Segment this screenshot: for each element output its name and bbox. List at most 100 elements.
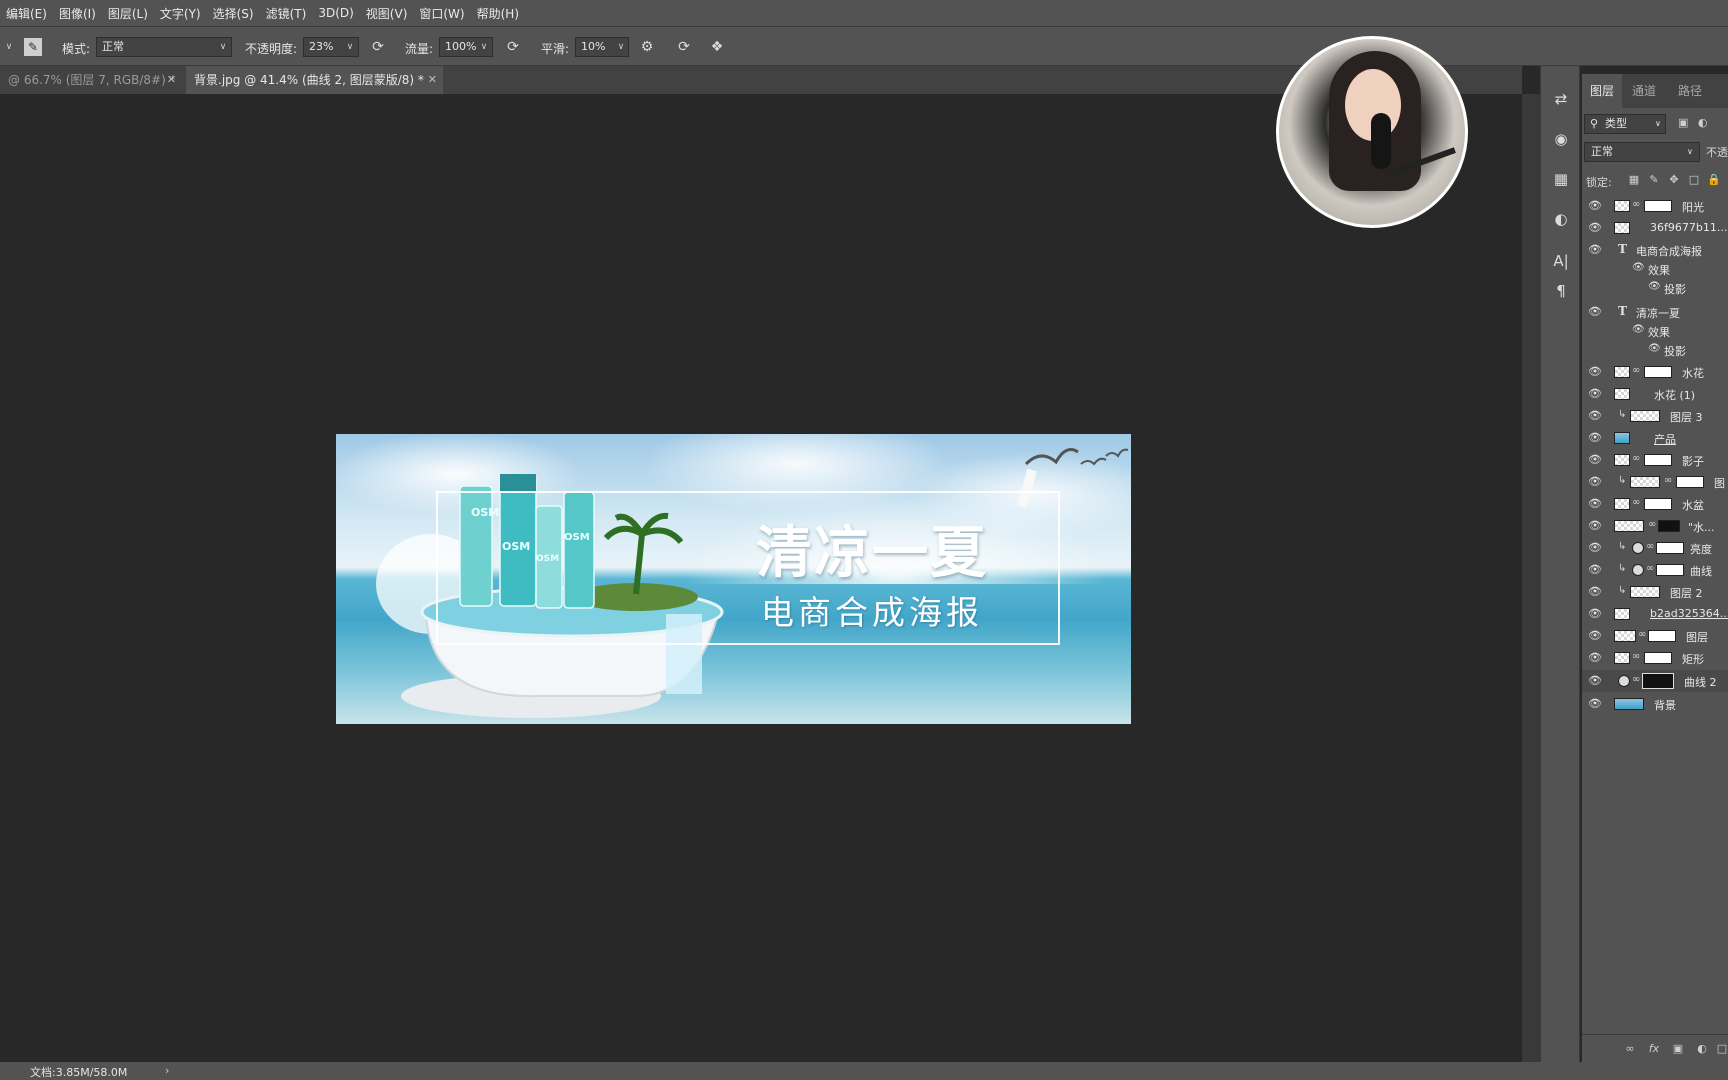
visibility-eye-icon[interactable]: 👁 (1588, 365, 1602, 379)
menu-layer[interactable]: 图层(L) (102, 5, 154, 22)
character-icon[interactable]: A| (1550, 250, 1572, 272)
blend-mode-select[interactable]: 正常 ∨ (1584, 142, 1700, 162)
visibility-eye-icon[interactable]: 👁 (1632, 262, 1645, 274)
layer-row[interactable]: 👁 b2ad325364... (1582, 604, 1728, 624)
visibility-eye-icon[interactable]: 👁 (1588, 497, 1602, 511)
symmetry-butterfly-icon[interactable]: ❖ (707, 37, 727, 57)
tool-preset-chevron-icon[interactable]: ∨ (2, 37, 16, 57)
menu-type[interactable]: 文字(Y) (154, 5, 207, 22)
document-tab-2[interactable]: 背景.jpg @ 41.4% (曲线 2, 图层蒙版/8) * ✕ (186, 66, 443, 94)
effect-row[interactable]: 👁 投影 (1582, 340, 1728, 360)
mask-link-icon[interactable]: ∞ (1638, 629, 1646, 640)
visibility-eye-icon[interactable]: 👁 (1588, 199, 1602, 213)
layer-row[interactable]: 👁 ↳ 图层 3 (1582, 406, 1728, 426)
mask-link-icon[interactable]: ∞ (1632, 365, 1640, 376)
visibility-eye-icon[interactable]: 👁 (1588, 697, 1602, 711)
menu-3d[interactable]: 3D(D) (312, 6, 359, 20)
visibility-eye-icon[interactable]: 👁 (1632, 324, 1645, 336)
pressure-opacity-icon[interactable]: ⟳ (368, 37, 388, 57)
visibility-eye-icon[interactable]: 👁 (1588, 563, 1602, 577)
visibility-eye-icon[interactable]: 👁 (1588, 651, 1602, 665)
tab-layers[interactable]: 图层 (1582, 74, 1623, 108)
pressure-size-icon[interactable]: ⟳ (674, 37, 694, 57)
mask-link-icon[interactable]: ∞ (1632, 651, 1640, 662)
layer-mask-thumbnail[interactable] (1642, 673, 1674, 689)
swatches-grid-icon[interactable]: ▦ (1550, 168, 1572, 190)
mask-link-icon[interactable]: ∞ (1646, 563, 1654, 574)
document-tab-1[interactable]: @ 66.7% (图层 7, RGB/8#) * ✕ (0, 66, 182, 94)
visibility-eye-icon[interactable]: 👁 (1588, 475, 1602, 489)
layer-mask-thumbnail[interactable] (1676, 476, 1704, 488)
visibility-eye-icon[interactable]: 👁 (1588, 585, 1602, 599)
layer-mask-thumbnail[interactable] (1656, 564, 1684, 576)
visibility-eye-icon[interactable]: 👁 (1588, 409, 1602, 423)
menu-window[interactable]: 窗口(W) (413, 5, 470, 22)
mode-chevron-icon[interactable]: ∨ (216, 37, 230, 57)
tab-paths[interactable]: 路径 (1678, 74, 1702, 108)
layer-row[interactable]: 👁 ↳ ∞ 图 (1582, 472, 1728, 492)
menu-view[interactable]: 视图(V) (360, 5, 414, 22)
visibility-eye-icon[interactable]: 👁 (1588, 387, 1602, 401)
menu-image[interactable]: 图像(I) (53, 5, 102, 22)
menu-select[interactable]: 选择(S) (207, 5, 260, 22)
visibility-eye-icon[interactable]: 👁 (1588, 305, 1602, 319)
mask-link-icon[interactable]: ∞ (1648, 519, 1656, 530)
visibility-eye-icon[interactable]: 👁 (1648, 343, 1661, 355)
layer-mask-thumbnail[interactable] (1658, 520, 1680, 532)
poster-canvas[interactable]: OSM OSM OSM OSM 清凉一夏 电商合成海报 (336, 434, 1131, 724)
visibility-eye-icon[interactable]: 👁 (1588, 243, 1602, 257)
mask-link-icon[interactable]: ∞ (1664, 475, 1672, 486)
effects-row[interactable]: 👁 效果 (1582, 321, 1728, 341)
link-layers-icon[interactable]: ∞ (1622, 1041, 1638, 1057)
layer-mask-thumbnail[interactable] (1644, 200, 1672, 212)
close-tab-1-icon[interactable]: ✕ (167, 66, 176, 94)
mask-link-icon[interactable]: ∞ (1646, 541, 1654, 552)
status-expand-arrow-icon[interactable]: › (165, 1064, 169, 1077)
layer-row[interactable]: 👁 ∞ 水花 (1582, 362, 1728, 382)
layer-row[interactable]: 👁 水花 (1) (1582, 384, 1728, 404)
visibility-eye-icon[interactable]: 👁 (1588, 431, 1602, 445)
smoothing-settings-gear-icon[interactable]: ⚙ (637, 37, 657, 57)
lock-position-move-icon[interactable]: ✥ (1666, 172, 1682, 188)
layer-row[interactable]: 👁 背景 (1582, 694, 1728, 714)
new-adjustment-icon[interactable]: ◐ (1694, 1041, 1710, 1057)
layer-mask-thumbnail[interactable] (1644, 454, 1672, 466)
airbrush-icon[interactable]: ⟳ (503, 37, 523, 57)
add-mask-icon[interactable]: ▣ (1670, 1041, 1686, 1057)
layer-row[interactable]: 👁 ↳ 图层 2 (1582, 582, 1728, 602)
fx-icon[interactable]: fx (1646, 1041, 1662, 1057)
visibility-eye-icon[interactable]: 👁 (1648, 281, 1661, 293)
document-size-info[interactable]: 文档:3.85M/58.0M (30, 1064, 127, 1080)
mask-link-icon[interactable]: ∞ (1632, 674, 1640, 685)
flow-chevron-icon[interactable]: ∨ (477, 37, 491, 57)
layer-row[interactable]: 👁 T 清凉一夏 (1582, 302, 1728, 322)
layer-row[interactable]: 👁 产品 (1582, 428, 1728, 448)
color-palette-icon[interactable]: ◉ (1550, 128, 1572, 150)
close-tab-2-icon[interactable]: ✕ (428, 66, 437, 94)
opacity-chevron-icon[interactable]: ∨ (343, 37, 357, 57)
visibility-eye-icon[interactable]: 👁 (1588, 221, 1602, 235)
layer-filter-select[interactable]: ⚲ 类型 ∨ (1584, 114, 1666, 134)
filter-adjustment-icon[interactable]: ◐ (1698, 116, 1712, 130)
layer-mask-thumbnail[interactable] (1648, 630, 1676, 642)
menu-filter[interactable]: 滤镜(T) (260, 5, 313, 22)
new-group-icon[interactable]: □ (1714, 1041, 1728, 1057)
lock-transparency-icon[interactable]: ▦ (1626, 172, 1642, 188)
mask-link-icon[interactable]: ∞ (1632, 453, 1640, 464)
layer-mask-thumbnail[interactable] (1656, 542, 1684, 554)
visibility-eye-icon[interactable]: 👁 (1588, 607, 1602, 621)
layer-row[interactable]: 👁 ↳ ∞ 曲线 (1582, 560, 1728, 580)
tab-channels[interactable]: 通道 (1632, 74, 1656, 108)
layer-row[interactable]: 👁 T 电商合成海报 (1582, 240, 1728, 260)
lock-artboard-icon[interactable]: □ (1686, 172, 1702, 188)
mask-link-icon[interactable]: ∞ (1632, 199, 1640, 210)
layer-row[interactable]: 👁 36f9677b11...3 (1582, 218, 1728, 238)
layer-row[interactable]: 👁 ∞ 阳光 (1582, 196, 1728, 216)
visibility-eye-icon[interactable]: 👁 (1588, 519, 1602, 533)
layer-mask-thumbnail[interactable] (1644, 366, 1672, 378)
menu-help[interactable]: 帮助(H) (471, 5, 525, 22)
history-icon[interactable]: ⇄ (1550, 88, 1572, 110)
smooth-chevron-icon[interactable]: ∨ (614, 37, 628, 57)
mask-link-icon[interactable]: ∞ (1632, 497, 1640, 508)
brush-preset-icon[interactable]: ✎ (24, 38, 42, 56)
